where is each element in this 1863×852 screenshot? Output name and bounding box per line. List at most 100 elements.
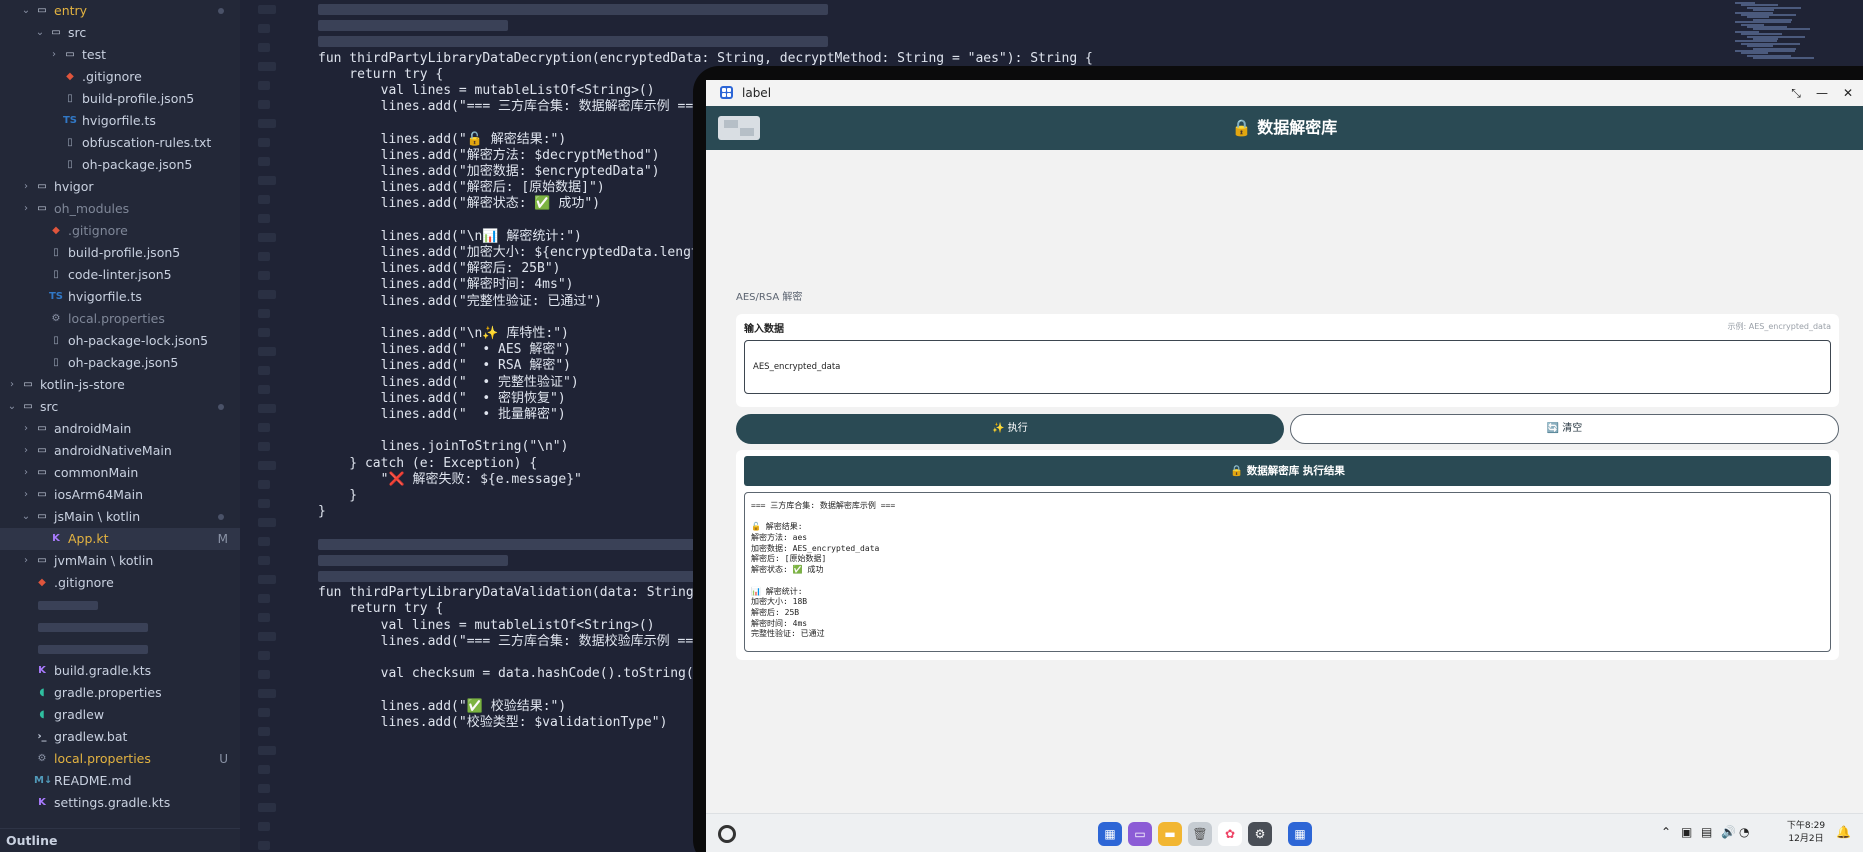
code-line[interactable]: lines.add(" • 批量解密"): [318, 405, 566, 424]
file-row[interactable]: ◆ .gitignore: [0, 220, 240, 242]
running-app-icon[interactable]: ▦: [1288, 822, 1312, 846]
redacted-file-row[interactable]: [0, 594, 240, 616]
file-row[interactable]: ◆ .gitignore: [0, 572, 240, 594]
folder-row[interactable]: › ▭ hvigor: [0, 176, 240, 198]
folder-row[interactable]: ⌄ ▭ jsMain \ kotlin: [0, 506, 240, 528]
chevron-right-icon[interactable]: ›: [20, 462, 32, 484]
emulator-window: label ⤡ — ✕ 🔒 数据解密库 AES/RSA 解密 输入数据 示例: …: [706, 80, 1863, 852]
folder-row[interactable]: ⌄ ▭ src: [0, 396, 240, 418]
line-number: [258, 385, 270, 394]
file-row[interactable]: ⚙ local.properties U: [0, 748, 240, 770]
result-line: 加密数据: AES_encrypted_data: [751, 543, 880, 553]
file-row[interactable]: ▯ build-profile.json5: [0, 242, 240, 264]
code-line[interactable]: "❌ 解密失败: ${e.message}": [318, 470, 582, 489]
notification-tray-icon[interactable]: ▤: [1701, 825, 1712, 839]
code-line[interactable]: }: [318, 502, 326, 521]
file-row[interactable]: K App.kt M: [0, 528, 240, 550]
chevron-right-icon[interactable]: ›: [20, 440, 32, 462]
tree-item-label: oh_modules: [54, 201, 130, 216]
folder-row[interactable]: › ▭ androidNativeMain: [0, 440, 240, 462]
wifi-icon[interactable]: ◔: [1739, 825, 1749, 839]
chevron-down-icon[interactable]: ⌄: [20, 0, 32, 22]
result-output[interactable]: === 三方库合集: 数据解密库示例 === 🔓 解密结果: 解密方法: aes 加密…: [744, 492, 1831, 652]
tree-item-label: build.gradle.kts: [54, 663, 152, 678]
file-explorer: ⌄ ▭ entry ⌄ ▭ src › ▭ test ◆ .gitignore ▯ build-prof…: [0, 0, 240, 852]
app-grid-icon[interactable]: ▦: [1098, 822, 1122, 846]
settings-icon[interactable]: ⚙: [1248, 822, 1272, 846]
input-method-icon[interactable]: ▣: [1681, 825, 1692, 839]
input-hint: 示例: AES_encrypted_data: [1727, 322, 1832, 331]
chevron-down-icon[interactable]: ⌄: [34, 22, 46, 44]
clock[interactable]: 下午8:29 12月2日: [1774, 820, 1838, 846]
chevron-up-icon[interactable]: ⌃: [1661, 825, 1671, 839]
chevron-right-icon[interactable]: ›: [6, 374, 18, 396]
chevron-down-icon[interactable]: ⌄: [20, 506, 32, 528]
file-row[interactable]: ◖ gradlew: [0, 704, 240, 726]
folder-row[interactable]: › ▭ oh_modules: [0, 198, 240, 220]
execute-button[interactable]: ✨ 执行: [736, 414, 1284, 444]
chevron-right-icon[interactable]: ›: [20, 484, 32, 506]
file-row[interactable]: TS hvigorfile.ts: [0, 110, 240, 132]
bell-icon[interactable]: 🔔: [1836, 825, 1851, 839]
file-row[interactable]: ▯ build-profile.json5: [0, 88, 240, 110]
chevron-right-icon[interactable]: ›: [20, 550, 32, 572]
file-row[interactable]: ▯ oh-package.json5: [0, 154, 240, 176]
window-switcher-icon[interactable]: ▭: [1128, 822, 1152, 846]
close-icon[interactable]: ✕: [1835, 80, 1861, 106]
file-row[interactable]: ⚙ local.properties: [0, 308, 240, 330]
data-input-field[interactable]: AES_encrypted_data: [744, 340, 1831, 394]
start-icon[interactable]: [718, 825, 736, 843]
redacted-file-row[interactable]: [0, 638, 240, 660]
code-line[interactable]: lines.add("完整性验证: 已通过"): [318, 292, 602, 311]
redacted-file-row[interactable]: [0, 616, 240, 638]
line-number: [258, 404, 276, 413]
file-row[interactable]: M↓ README.md: [0, 770, 240, 792]
code-line[interactable]: val checksum = data.hashCode().toString(…: [318, 664, 702, 683]
code-line[interactable]: lines.add("校验类型: $validationType"): [318, 713, 668, 732]
file-tree: ⌄ ▭ entry ⌄ ▭ src › ▭ test ◆ .gitignore ▯ build-prof…: [0, 0, 240, 814]
code-line[interactable]: lines.add("=== 三方库合集: 数据解密库示例 ==="): [318, 97, 717, 116]
file-row[interactable]: Kbuild.gradle.kts: [0, 660, 240, 682]
result-line: 📊 解密统计:: [751, 586, 803, 596]
folder-icon: ▭: [37, 555, 47, 566]
folder-row[interactable]: › ▭ jvmMain \ kotlin: [0, 550, 240, 572]
folder-row[interactable]: › ▭ test: [0, 44, 240, 66]
input-card: 输入数据 示例: AES_encrypted_data AES_encrypte…: [736, 314, 1839, 407]
tree-item-label: hvigorfile.ts: [82, 113, 156, 128]
files-icon[interactable]: ▬: [1158, 822, 1182, 846]
chevron-right-icon[interactable]: ›: [20, 176, 32, 198]
folder-row[interactable]: ⌄ ▭ entry: [0, 0, 240, 22]
code-line[interactable]: lines.add("=== 三方库合集: 数据校验库示例 ==="): [318, 632, 717, 651]
folder-row[interactable]: › ▭ kotlin-js-store: [0, 374, 240, 396]
chevron-right-icon[interactable]: ›: [20, 198, 32, 220]
outline-panel-header[interactable]: Outline: [0, 828, 240, 852]
tree-item-label: jsMain \ kotlin: [54, 509, 141, 524]
minimap[interactable]: [1725, 0, 1845, 60]
file-row[interactable]: ▯ oh-package-lock.json5: [0, 330, 240, 352]
trash-icon[interactable]: 🗑: [1188, 822, 1212, 846]
chevron-down-icon[interactable]: ⌄: [6, 396, 18, 418]
folder-row[interactable]: › ▭ iosArm64Main: [0, 484, 240, 506]
file-row[interactable]: ▯ obfuscation-rules.txt: [0, 132, 240, 154]
file-row[interactable]: TS hvigorfile.ts: [0, 286, 240, 308]
folder-row[interactable]: ⌄ ▭ src: [0, 22, 240, 44]
file-row[interactable]: Ksettings.gradle.kts: [0, 792, 240, 814]
file-row[interactable]: ◆ .gitignore: [0, 66, 240, 88]
file-row[interactable]: ◖ gradle.properties: [0, 682, 240, 704]
gear-icon: ⚙: [51, 313, 61, 324]
tree-item-label: jvmMain \ kotlin: [54, 553, 154, 568]
file-row[interactable]: ›_ gradlew.bat: [0, 726, 240, 748]
photos-icon[interactable]: ✿: [1218, 822, 1242, 846]
window-titlebar[interactable]: label ⤡ — ✕: [706, 80, 1863, 106]
clear-button[interactable]: 🔄 清空: [1290, 414, 1839, 444]
file-row[interactable]: ▯ code-linter.json5: [0, 264, 240, 286]
volume-icon[interactable]: 🔊: [1721, 825, 1736, 839]
file-row[interactable]: ▯ oh-package.json5: [0, 352, 240, 374]
minimize-icon[interactable]: —: [1809, 80, 1835, 106]
chevron-right-icon[interactable]: ›: [20, 418, 32, 440]
chevron-right-icon[interactable]: ›: [48, 44, 60, 66]
folder-row[interactable]: › ▭ commonMain: [0, 462, 240, 484]
code-line[interactable]: lines.add("解密状态: ✅ 成功"): [318, 194, 600, 213]
restore-icon[interactable]: ⤡: [1783, 80, 1809, 106]
folder-row[interactable]: › ▭ androidMain: [0, 418, 240, 440]
